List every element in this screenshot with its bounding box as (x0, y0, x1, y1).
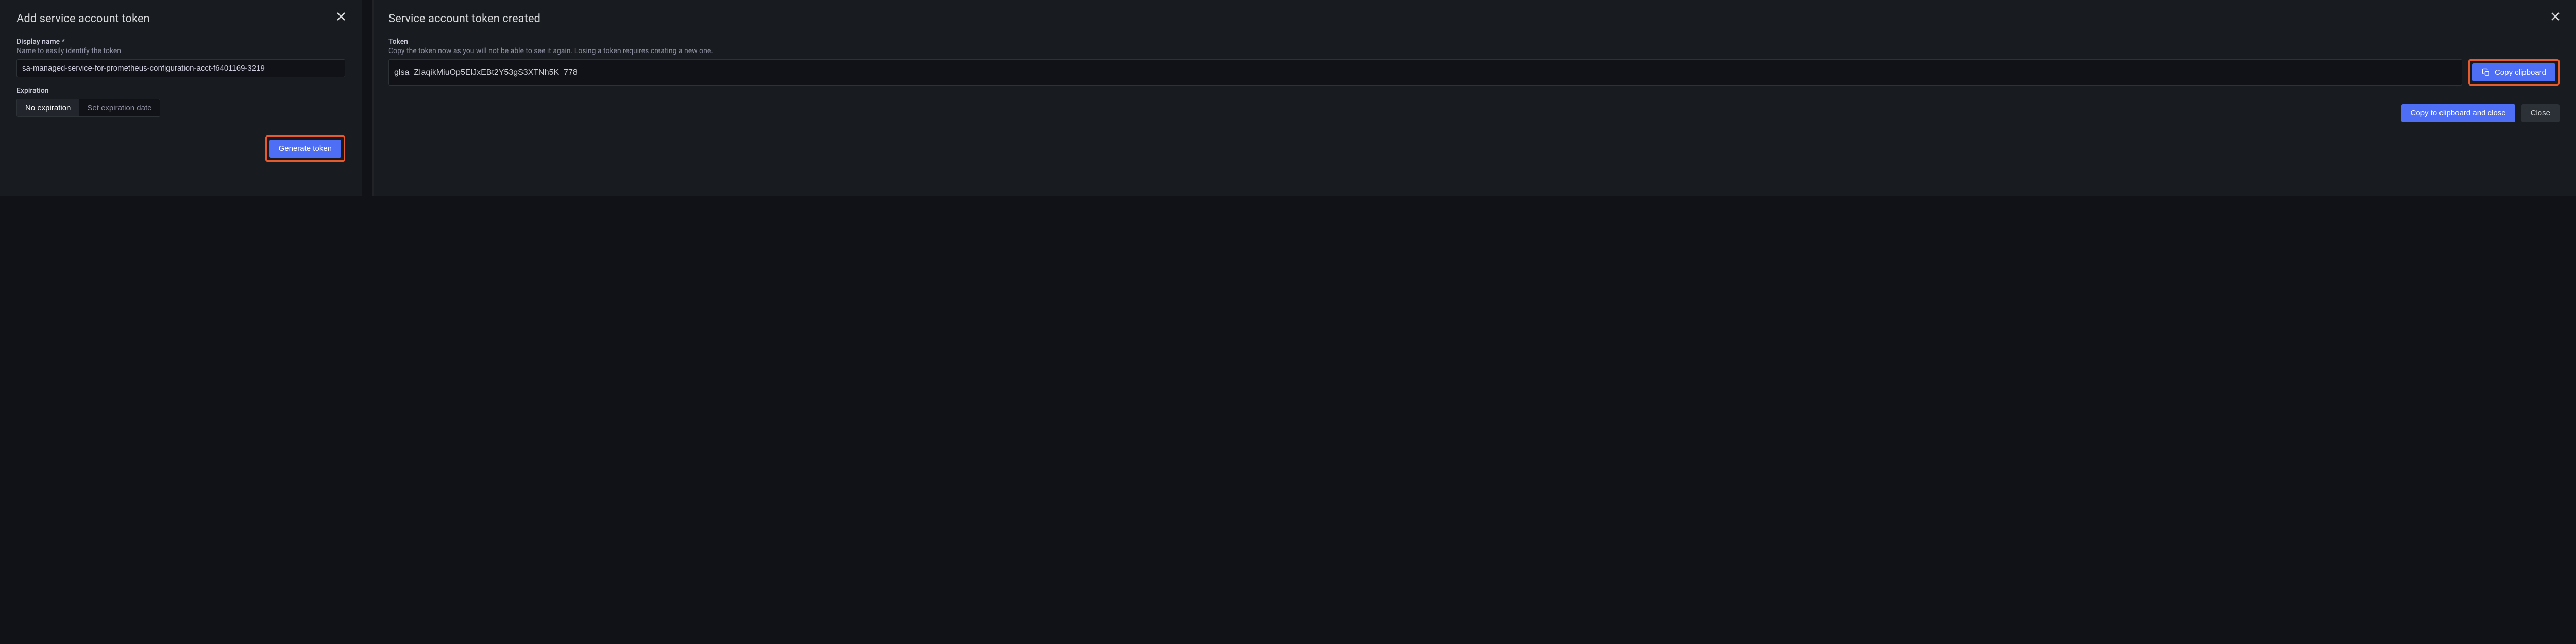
expiration-set-date[interactable]: Set expiration date (79, 99, 160, 116)
modal-footer: Generate token (16, 135, 345, 162)
modal-footer: Copy to clipboard and close Close (388, 104, 2560, 122)
copy-icon (2482, 68, 2490, 77)
modal-title: Service account token created (388, 12, 2560, 25)
display-name-input[interactable] (16, 59, 345, 77)
copy-clipboard-label: Copy clipboard (2495, 68, 2546, 77)
modal-left-edge (372, 0, 374, 196)
token-row: Copy clipboard (388, 59, 2560, 86)
expiration-label: Expiration (16, 87, 345, 95)
copy-clipboard-button[interactable]: Copy clipboard (2472, 63, 2555, 81)
token-label: Token (388, 38, 2560, 46)
expiration-toggle: No expiration Set expiration date (16, 99, 160, 117)
display-name-label: Display name * (16, 38, 345, 46)
close-footer-button[interactable]: Close (2521, 104, 2560, 122)
close-button[interactable] (2549, 10, 2562, 23)
token-value-input[interactable] (388, 59, 2462, 86)
token-created-modal: Service account token created Token Copy… (372, 0, 2576, 196)
add-token-modal: Add service account token Display name *… (0, 0, 362, 196)
expiration-no-expiration[interactable]: No expiration (17, 99, 79, 116)
modal-title: Add service account token (16, 12, 345, 25)
token-help: Copy the token now as you will not be ab… (388, 47, 2560, 55)
display-name-help: Name to easily identify the token (16, 47, 345, 55)
generate-highlight: Generate token (265, 135, 345, 162)
copy-and-close-button[interactable]: Copy to clipboard and close (2401, 104, 2515, 122)
close-button[interactable] (335, 10, 347, 23)
generate-token-button[interactable]: Generate token (269, 140, 341, 158)
copy-highlight: Copy clipboard (2468, 59, 2560, 86)
close-icon (2551, 12, 2560, 21)
close-icon (336, 12, 346, 21)
